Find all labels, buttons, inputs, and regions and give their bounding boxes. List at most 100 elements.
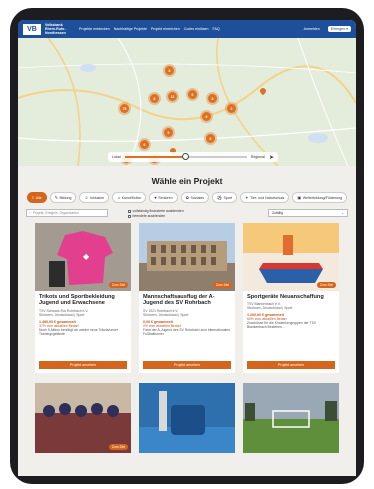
leaf-icon: ✦ [245, 195, 249, 200]
chip-label: Soziales [190, 195, 205, 200]
filter-row: ⌕ Projekt, Ereignis, Organisation vollstä… [26, 209, 348, 218]
ball-icon: ⚽ [217, 195, 223, 200]
cluster-count: 75 [122, 106, 127, 111]
category-chip-inklusion[interactable]: ☺ Inklusion [79, 192, 110, 203]
category-chip-alle[interactable]: ≡ Alle [26, 192, 47, 203]
radius-slider[interactable] [124, 153, 247, 160]
category-chip-senioren[interactable]: ♥ Senioren [149, 192, 178, 203]
project-title[interactable]: Mannschaftsausflug der A-Jugend des SV R… [143, 294, 231, 307]
project-description: Fahrt der A-Jugend des SV Rohrbach zum i… [143, 327, 231, 336]
page-title: Wähle ein Projekt [151, 176, 223, 186]
chip-label: Tier- und Naturschutz [250, 195, 285, 200]
category-chip-bildung[interactable]: ✎ Bildung [49, 192, 77, 203]
chip-label: Senioren [158, 195, 173, 200]
app-screen: VB Volksbank Rhein-Ruhr-Nordhessen Proje… [18, 20, 356, 476]
project-title[interactable]: Sportgeräte Neuanschaffung [247, 294, 335, 300]
nav-faq[interactable]: FAQ [213, 27, 220, 31]
category-chip-soziales[interactable]: ✿ Soziales [180, 192, 210, 203]
map-cluster[interactable]: 8 [150, 94, 159, 103]
category-chip-tier-naturschutz[interactable]: ✦ Tier- und Naturschutz [240, 192, 290, 203]
nav-nachhaltige-projekte[interactable]: Nachhaltige Projekte [114, 27, 147, 31]
project-card[interactable] [139, 383, 235, 453]
project-card[interactable]: Zum Ziel Mannschaftsausflug der A-Jugend… [139, 223, 235, 373]
map-cluster[interactable]: 6 [188, 90, 197, 99]
cluster-count: 8 [211, 96, 214, 101]
map-background [18, 38, 356, 166]
chip-label: Weiterbildung/Förderung [302, 195, 343, 200]
pencil-icon: ✎ [54, 195, 58, 200]
map-cluster[interactable]: 8 [165, 66, 174, 75]
category-chip-sport[interactable]: ⚽ Sport [212, 192, 238, 203]
brand-name: Volksbank Rhein-Ruhr-Nordhessen [45, 23, 66, 35]
project-place: Strohnen, Deutschland | Sport [143, 312, 189, 317]
hide-ended-checkbox[interactable]: beendete ausblenden [128, 214, 184, 218]
radius-slider-fill [124, 156, 186, 158]
flower-icon: ✿ [185, 195, 189, 200]
cluster-count: 8 [168, 68, 171, 73]
map-cluster[interactable]: 6 [206, 134, 215, 143]
view-project-button[interactable]: Projekt ansehen [143, 361, 231, 369]
cluster-count: 6 [209, 136, 212, 141]
map-cluster[interactable]: 9 [164, 128, 173, 137]
project-map[interactable]: 8 8 12 75 6 8 6 3 9 6 6 8 4 [18, 38, 356, 166]
goal-badge: Zum Ziel [108, 444, 128, 450]
login-link[interactable]: Anmelden [304, 27, 320, 31]
brand-logo[interactable]: VB [23, 23, 41, 35]
cluster-count: 6 [205, 114, 208, 119]
project-place: Strohnen, Deutschland | Sport [247, 306, 293, 311]
goal-badge: Zum Ziel [316, 282, 336, 288]
search-icon: ⌕ [29, 211, 31, 215]
goal-badge: Zum Ziel [108, 282, 128, 288]
locate-icon[interactable]: ➤ [269, 154, 274, 161]
chip-label: Alle [35, 195, 42, 200]
map-cluster[interactable]: 6 [140, 140, 149, 149]
cluster-count: 3 [230, 106, 233, 111]
checkbox-label: vollständig finanzierte ausblenden [132, 209, 184, 213]
main-nav: Projekte entdecken Nachhaltige Projekte … [79, 27, 220, 31]
filter-checkboxes: vollständig finanzierte ausblenden beend… [128, 209, 184, 218]
category-chip-kunst-kultur[interactable]: ♫ Kunst/Kultur [112, 192, 147, 203]
trampoline-illustration [243, 223, 339, 291]
people-icon: ☺ [84, 195, 89, 200]
project-card[interactable] [243, 383, 339, 453]
project-card[interactable]: Zum Ziel [35, 383, 131, 453]
project-title[interactable]: Trikots und Sportbekleidung Jugend und E… [39, 294, 127, 307]
map-cluster[interactable]: 75 [120, 104, 129, 113]
project-card[interactable]: ◆ Zum Ziel Trikots und Sportbekleidung J… [35, 223, 131, 373]
sort-value: Zufällig [272, 211, 283, 215]
hide-financed-checkbox[interactable]: vollständig finanzierte ausblenden [128, 209, 184, 213]
nav-codes-einloesen[interactable]: Codes einlösen [184, 27, 209, 31]
view-project-button[interactable]: Projekt ansehen [39, 361, 127, 369]
checkbox-box [128, 214, 131, 218]
checkbox-label: beendete ausblenden [132, 214, 166, 218]
view-project-button[interactable]: Projekt ansehen [247, 361, 335, 369]
project-grid: ◆ Zum Ziel Trikots und Sportbekleidung J… [26, 223, 348, 373]
project-description: Noch 9 Aktion benötigt wir wieder neue T… [39, 327, 118, 336]
category-filter: ≡ Alle ✎ Bildung ☺ Inklusion ♫ Kunst/Kultur … [26, 192, 348, 203]
map-cluster[interactable]: 3 [227, 104, 236, 113]
checkbox-box [128, 209, 131, 213]
nav-projekte-entdecken[interactable]: Projekte entdecken [79, 27, 110, 31]
chip-label: Bildung [59, 195, 72, 200]
radius-control: Lokal Regional ➤ [108, 152, 278, 162]
project-section: Wähle ein Projekt ≡ Alle ✎ Bildung ☺ Inklus… [18, 166, 356, 476]
category-chip-weiterbildung[interactable]: ▣ Weiterbildung/Förderung [292, 192, 348, 203]
project-card[interactable]: Zum Ziel Sportgeräte Neuanschaffung TSV … [243, 223, 339, 373]
football-field-illustration [243, 383, 339, 453]
chip-label: Inklusion [90, 195, 105, 200]
nav-projekt-einreichen[interactable]: Projekt einreichen [151, 27, 180, 31]
project-image: Zum Ziel [139, 223, 235, 291]
team-photo-illustration [35, 383, 131, 453]
map-cluster[interactable]: 8 [208, 94, 217, 103]
region-dropdown[interactable]: Ehringen ▾ [327, 26, 351, 32]
project-image: ◆ Zum Ziel [35, 223, 131, 291]
search-input[interactable]: ⌕ Projekt, Ereignis, Organisation [26, 209, 108, 217]
search-placeholder: Projekt, Ereignis, Organisation [32, 211, 79, 215]
map-cluster[interactable]: 12 [168, 92, 177, 101]
jersey-illustration: ◆ [35, 223, 131, 291]
cluster-count: 6 [143, 142, 146, 147]
goal-badge: Zum Ziel [212, 282, 232, 288]
map-cluster[interactable]: 6 [202, 112, 211, 121]
sort-select[interactable]: Zufällig ⌄ [268, 209, 348, 217]
radius-slider-knob[interactable] [182, 153, 190, 160]
